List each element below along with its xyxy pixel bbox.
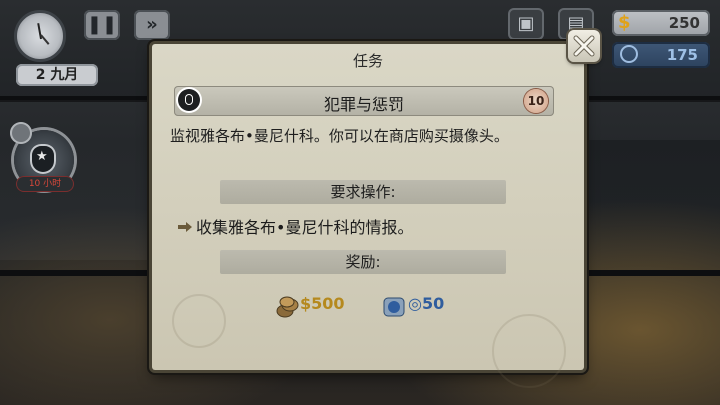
task-timer: 10 小时 — [16, 176, 74, 192]
compass-decoration — [492, 314, 566, 388]
reward-money-value: 500 — [311, 294, 345, 313]
requirement-text: 收集雅各布•曼尼什科的情报。 — [196, 218, 414, 237]
money-value: 250 — [668, 14, 700, 32]
inventory-icon[interactable]: ▣ — [508, 8, 544, 40]
date-display: 2 九月 — [16, 64, 98, 86]
reputation-icon — [620, 45, 638, 63]
reputation-symbol-icon: ◎ — [408, 294, 422, 313]
mission-level-badge: 10 — [524, 89, 548, 113]
close-button[interactable] — [568, 30, 600, 62]
compass-decoration — [172, 294, 226, 348]
reward-reputation: ◎50 — [408, 294, 444, 313]
pause-button[interactable]: ❚❚ — [84, 10, 120, 40]
date-month: 九月 — [50, 67, 79, 83]
reward-money: $500 — [300, 294, 345, 313]
police-emblem-icon — [30, 144, 56, 174]
bullet-arrow-icon — [178, 222, 192, 232]
mission-name: 犯罪与惩罚 — [323, 95, 404, 114]
dialog-title: 任务 — [352, 52, 383, 70]
mission-header: 犯罪与惩罚 10 — [174, 86, 554, 116]
dollar-icon: $ — [618, 12, 631, 33]
close-icon — [573, 35, 595, 57]
mission-description: 监视雅各布•曼尼什科。你可以在商店购买摄像头。 — [170, 127, 509, 145]
requirements-heading: 要求操作: — [220, 180, 506, 204]
reputation-counter: 175 — [612, 42, 710, 68]
coin-stack-icon — [276, 296, 299, 318]
date-day: 2 — [35, 67, 46, 83]
rewards-heading: 奖励: — [220, 250, 506, 274]
mission-dialog: 任务 犯罪与惩罚 10 监视雅各布•曼尼什科。你可以在商店购买摄像头。 要求操作… — [152, 44, 584, 388]
reputation-value: 175 — [666, 46, 698, 64]
fast-forward-button[interactable]: » — [134, 10, 170, 40]
reputation-badge-icon — [383, 297, 405, 317]
money-counter: $ 250 — [612, 10, 710, 36]
task-category-icon — [10, 122, 32, 144]
clock-icon — [14, 10, 66, 62]
reward-reputation-value: 50 — [421, 294, 445, 313]
requirement-item: 收集雅各布•曼尼什科的情报。 — [178, 214, 413, 238]
